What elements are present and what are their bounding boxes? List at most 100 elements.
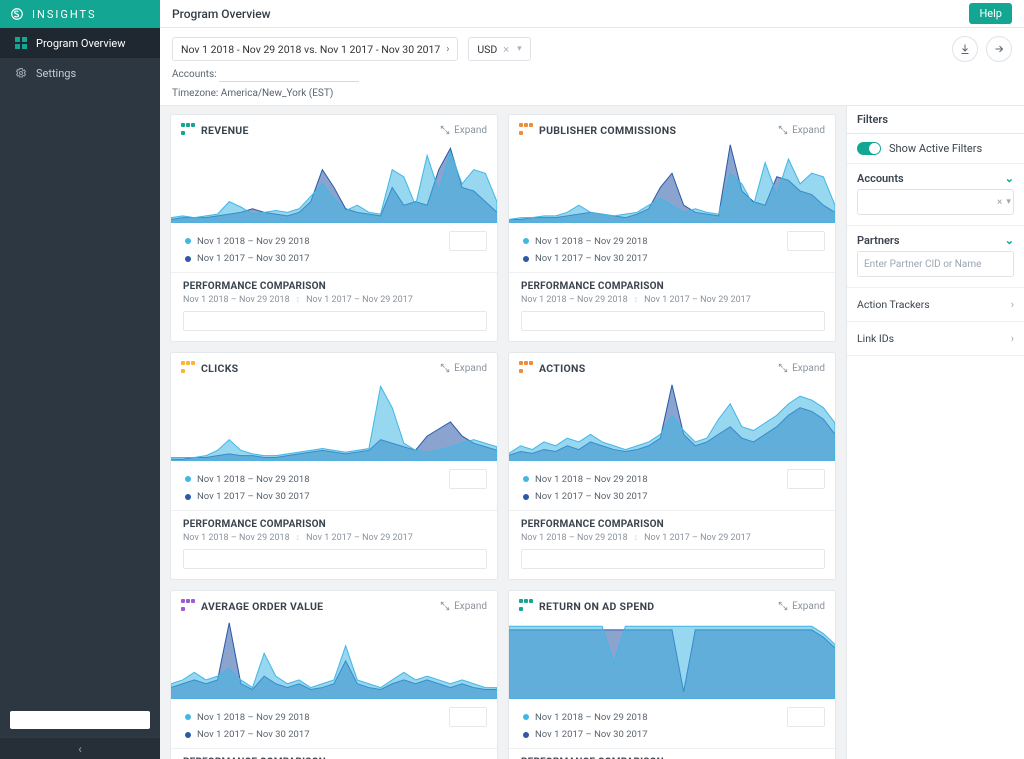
nav-item-settings[interactable]: Settings bbox=[0, 58, 160, 88]
brand-bar: INSIGHTS bbox=[0, 0, 160, 28]
pc-range-a: Nov 1 2018 – Nov 29 2018 bbox=[521, 533, 628, 543]
legend-label-b: Nov 1 2017 – Nov 30 2017 bbox=[535, 729, 648, 740]
performance-comparison: PERFORMANCE COMPARISON Nov 1 2018 – Nov … bbox=[509, 511, 835, 579]
accounts-input[interactable] bbox=[219, 68, 359, 82]
legend-bullet-b bbox=[523, 256, 529, 262]
controls-bar: Nov 1 2018 - Nov 29 2018 vs. Nov 1 2017 … bbox=[160, 28, 1024, 106]
legend-label-a: Nov 1 2018 – Nov 29 2018 bbox=[197, 236, 310, 247]
legend-label-b: Nov 1 2017 – Nov 30 2017 bbox=[197, 253, 310, 264]
legend-value-box bbox=[449, 707, 487, 727]
clear-icon[interactable]: × bbox=[503, 43, 509, 56]
expand-label: Expand bbox=[792, 601, 825, 612]
legend-value-box bbox=[787, 707, 825, 727]
swap-icon bbox=[296, 294, 301, 305]
expand-button[interactable]: Expand bbox=[778, 363, 825, 374]
show-active-filters-toggle[interactable] bbox=[857, 142, 881, 155]
chevron-right-icon: › bbox=[446, 44, 449, 55]
legend-bullet-b bbox=[185, 732, 191, 738]
currency-value: USD bbox=[477, 43, 497, 56]
legend: Nov 1 2018 – Nov 29 2018 Nov 1 2017 – No… bbox=[171, 461, 497, 508]
card-aov: AVERAGE ORDER VALUE Expand Nov 1 2018 – … bbox=[170, 590, 498, 759]
nav-item-label: Program Overview bbox=[36, 37, 125, 50]
performance-comparison: PERFORMANCE COMPARISON Nov 1 2018 – Nov … bbox=[171, 749, 497, 759]
legend-value-box bbox=[449, 231, 487, 251]
pc-value-box bbox=[183, 549, 487, 569]
legend-bullet-b bbox=[523, 494, 529, 500]
expand-label: Expand bbox=[454, 601, 487, 612]
card-accent-icon bbox=[181, 361, 195, 375]
legend-bullet-a bbox=[185, 476, 191, 482]
performance-comparison: PERFORMANCE COMPARISON Nov 1 2018 – Nov … bbox=[171, 273, 497, 341]
filter-action-trackers[interactable]: Action Trackers › bbox=[847, 288, 1024, 322]
nav-item-program-overview[interactable]: Program Overview bbox=[0, 28, 160, 58]
filter-partners-label: Partners bbox=[857, 234, 900, 247]
filter-link-ids[interactable]: Link IDs › bbox=[847, 322, 1024, 356]
expand-button[interactable]: Expand bbox=[440, 601, 487, 612]
filter-accounts-input[interactable] bbox=[864, 197, 997, 208]
chart-actions bbox=[509, 381, 835, 461]
pc-title: PERFORMANCE COMPARISON bbox=[521, 519, 825, 530]
card-accent-icon bbox=[519, 123, 533, 137]
titlebar: Program Overview Help bbox=[160, 0, 1024, 28]
legend: Nov 1 2018 – Nov 29 2018 Nov 1 2017 – No… bbox=[509, 461, 835, 508]
help-button[interactable]: Help bbox=[969, 3, 1012, 24]
brand-logo-icon bbox=[10, 7, 32, 21]
pc-range-a: Nov 1 2018 – Nov 29 2018 bbox=[183, 533, 290, 543]
card-title: CLICKS bbox=[201, 362, 238, 375]
pc-range-a: Nov 1 2018 – Nov 29 2018 bbox=[183, 295, 290, 305]
expand-button[interactable]: Expand bbox=[440, 125, 487, 136]
clear-icon[interactable]: × bbox=[997, 197, 1002, 208]
card-title: RETURN ON AD SPEND bbox=[539, 600, 654, 613]
show-active-filters-row: Show Active Filters bbox=[847, 134, 1024, 164]
card-accent-icon bbox=[519, 361, 533, 375]
currency-select[interactable]: USD × ▾ bbox=[468, 37, 530, 61]
pc-value-box bbox=[521, 311, 825, 331]
sidebar-footer-plate bbox=[10, 711, 150, 729]
expand-button[interactable]: Expand bbox=[440, 363, 487, 374]
main: Program Overview Help Nov 1 2018 - Nov 2… bbox=[160, 0, 1024, 759]
dashboard-scroll[interactable]: REVENUE Expand Nov 1 2018 – Nov 29 2018 … bbox=[160, 106, 846, 759]
card-publisher_commissions: PUBLISHER COMMISSIONS Expand Nov 1 2018 … bbox=[508, 114, 836, 342]
page-title: Program Overview bbox=[172, 7, 271, 21]
nav: Program Overview Settings bbox=[0, 28, 160, 88]
performance-comparison: PERFORMANCE COMPARISON Nov 1 2018 – Nov … bbox=[171, 511, 497, 579]
filter-accounts-head[interactable]: Accounts ⌄ bbox=[847, 164, 1024, 189]
pc-range-b: Nov 1 2017 – Nov 29 2017 bbox=[306, 533, 413, 543]
swap-icon bbox=[634, 532, 639, 543]
go-button[interactable] bbox=[986, 36, 1012, 62]
legend-label-b: Nov 1 2017 – Nov 30 2017 bbox=[197, 491, 310, 502]
legend-value-box bbox=[449, 469, 487, 489]
card-clicks: CLICKS Expand Nov 1 2018 – Nov 29 2018 N… bbox=[170, 352, 498, 580]
daterange-picker[interactable]: Nov 1 2018 - Nov 29 2018 vs. Nov 1 2017 … bbox=[172, 37, 458, 61]
timezone-value: America/New_York (EST) bbox=[221, 88, 334, 99]
expand-button[interactable]: Expand bbox=[778, 125, 825, 136]
expand-button[interactable]: Expand bbox=[778, 601, 825, 612]
expand-label: Expand bbox=[454, 363, 487, 374]
legend-value-box bbox=[787, 469, 825, 489]
card-revenue: REVENUE Expand Nov 1 2018 – Nov 29 2018 … bbox=[170, 114, 498, 342]
chart-aov bbox=[171, 619, 497, 699]
pc-range-b: Nov 1 2017 – Nov 29 2017 bbox=[644, 295, 751, 305]
legend-bullet-a bbox=[523, 476, 529, 482]
sidebar-collapse-bar[interactable]: ‹ bbox=[0, 737, 160, 759]
expand-label: Expand bbox=[792, 125, 825, 136]
download-button[interactable] bbox=[952, 36, 978, 62]
chevron-right-icon: › bbox=[1011, 298, 1014, 311]
card-accent-icon bbox=[181, 123, 195, 137]
pc-value-box bbox=[183, 311, 487, 331]
chevron-down-icon: ⌄ bbox=[1005, 172, 1014, 185]
legend-label-a: Nov 1 2018 – Nov 29 2018 bbox=[535, 236, 648, 247]
filter-partners-head[interactable]: Partners ⌄ bbox=[847, 226, 1024, 251]
accounts-line: Accounts: bbox=[172, 68, 1012, 82]
dashboard-icon bbox=[14, 36, 28, 50]
filter-accounts-label: Accounts bbox=[857, 172, 904, 185]
nav-item-label: Settings bbox=[36, 67, 76, 80]
legend-bullet-a bbox=[185, 714, 191, 720]
pc-range-b: Nov 1 2017 – Nov 29 2017 bbox=[644, 533, 751, 543]
legend-label-b: Nov 1 2017 – Nov 30 2017 bbox=[535, 253, 648, 264]
swap-icon bbox=[634, 294, 639, 305]
card-title: AVERAGE ORDER VALUE bbox=[201, 600, 323, 613]
filter-partners-input[interactable] bbox=[864, 259, 1007, 270]
legend-bullet-b bbox=[523, 732, 529, 738]
show-active-filters-label: Show Active Filters bbox=[889, 142, 982, 155]
